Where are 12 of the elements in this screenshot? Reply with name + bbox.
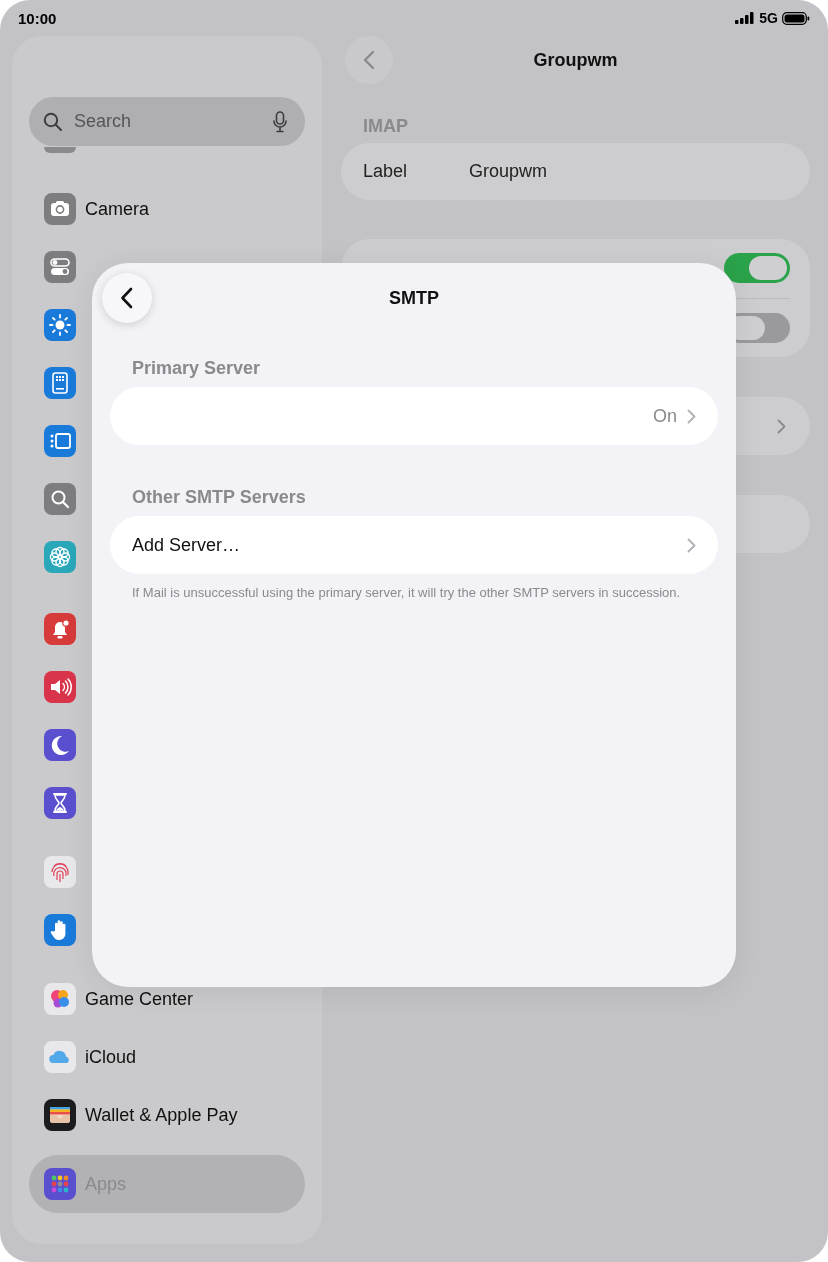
network-label: 5G — [759, 10, 778, 26]
row-value: Groupwm — [469, 161, 548, 182]
row-label: Label — [363, 161, 409, 182]
sheet-title: SMTP — [389, 288, 439, 310]
section-header: IMAP — [363, 116, 409, 137]
status-time: 10:00 — [18, 9, 57, 27]
section-header: Other SMTP Servers — [132, 487, 307, 508]
row-label: Add Server… — [132, 534, 242, 556]
page-title: Groupwm — [532, 49, 619, 71]
row-value: On — [653, 405, 677, 427]
footer-note: If Mail is unsuccessful using the primary server, it will try the other SMTP servers in succession. — [132, 584, 682, 602]
section-header: Primary Server — [132, 358, 262, 379]
